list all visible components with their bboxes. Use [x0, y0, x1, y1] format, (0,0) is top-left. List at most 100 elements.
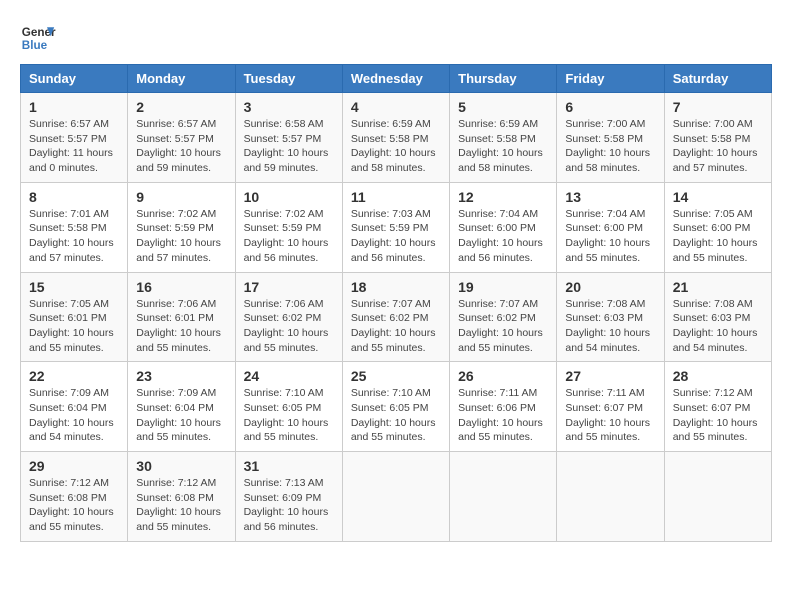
calendar-cell: 29 Sunrise: 7:12 AMSunset: 6:08 PMDayligh… — [21, 452, 128, 542]
day-number: 23 — [136, 368, 226, 384]
day-info: Sunrise: 6:59 AMSunset: 5:58 PMDaylight:… — [458, 117, 548, 176]
day-info: Sunrise: 7:01 AMSunset: 5:58 PMDaylight:… — [29, 207, 119, 266]
day-number: 9 — [136, 189, 226, 205]
day-number: 26 — [458, 368, 548, 384]
day-number: 20 — [565, 279, 655, 295]
day-header-monday: Monday — [128, 65, 235, 93]
calendar-cell: 28 Sunrise: 7:12 AMSunset: 6:07 PMDayligh… — [664, 362, 771, 452]
calendar-cell: 5Sunrise: 6:59 AMSunset: 5:58 PMDaylight… — [450, 93, 557, 183]
day-info: Sunrise: 6:57 AMSunset: 5:57 PMDaylight:… — [136, 117, 226, 176]
calendar-cell: 14 Sunrise: 7:05 AMSunset: 6:00 PMDayligh… — [664, 182, 771, 272]
day-number: 8 — [29, 189, 119, 205]
day-header-tuesday: Tuesday — [235, 65, 342, 93]
day-info: Sunrise: 7:00 AMSunset: 5:58 PMDaylight:… — [673, 117, 763, 176]
calendar-cell: 13 Sunrise: 7:04 AMSunset: 6:00 PMDayligh… — [557, 182, 664, 272]
day-number: 11 — [351, 189, 441, 205]
calendar-cell: 8 Sunrise: 7:01 AMSunset: 5:58 PMDaylight… — [21, 182, 128, 272]
calendar-cell: 9 Sunrise: 7:02 AMSunset: 5:59 PMDaylight… — [128, 182, 235, 272]
day-number: 17 — [244, 279, 334, 295]
day-header-thursday: Thursday — [450, 65, 557, 93]
calendar-cell: 12 Sunrise: 7:04 AMSunset: 6:00 PMDayligh… — [450, 182, 557, 272]
svg-text:Blue: Blue — [22, 39, 48, 52]
day-header-sunday: Sunday — [21, 65, 128, 93]
calendar-cell: 19 Sunrise: 7:07 AMSunset: 6:02 PMDayligh… — [450, 272, 557, 362]
day-info: Sunrise: 7:09 AMSunset: 6:04 PMDaylight:… — [29, 386, 119, 445]
day-info: Sunrise: 7:11 AMSunset: 6:07 PMDaylight:… — [565, 386, 655, 445]
calendar-cell: 24 Sunrise: 7:10 AMSunset: 6:05 PMDayligh… — [235, 362, 342, 452]
day-number: 15 — [29, 279, 119, 295]
calendar-cell: 10 Sunrise: 7:02 AMSunset: 5:59 PMDayligh… — [235, 182, 342, 272]
calendar-cell: 31 Sunrise: 7:13 AMSunset: 6:09 PMDayligh… — [235, 452, 342, 542]
day-info: Sunrise: 7:08 AMSunset: 6:03 PMDaylight:… — [565, 297, 655, 356]
day-number: 6 — [565, 99, 655, 115]
day-number: 10 — [244, 189, 334, 205]
day-info: Sunrise: 7:02 AMSunset: 5:59 PMDaylight:… — [136, 207, 226, 266]
day-number: 2 — [136, 99, 226, 115]
calendar-cell: 2 Sunrise: 6:57 AMSunset: 5:57 PMDaylight… — [128, 93, 235, 183]
day-info: Sunrise: 6:57 AMSunset: 5:57 PMDaylight:… — [29, 117, 119, 176]
calendar-cell: 30Sunrise: 7:12 AMSunset: 6:08 PMDayligh… — [128, 452, 235, 542]
calendar-cell: 16 Sunrise: 7:06 AMSunset: 6:01 PMDayligh… — [128, 272, 235, 362]
day-number: 4 — [351, 99, 441, 115]
week-row-4: 22 Sunrise: 7:09 AMSunset: 6:04 PMDayligh… — [21, 362, 772, 452]
day-number: 21 — [673, 279, 763, 295]
day-info: Sunrise: 7:04 AMSunset: 6:00 PMDaylight:… — [458, 207, 548, 266]
day-number: 27 — [565, 368, 655, 384]
day-number: 14 — [673, 189, 763, 205]
calendar-cell: 21 Sunrise: 7:08 AMSunset: 6:03 PMDayligh… — [664, 272, 771, 362]
calendar-cell — [664, 452, 771, 542]
calendar-cell: 3Sunrise: 6:58 AMSunset: 5:57 PMDaylight… — [235, 93, 342, 183]
week-row-3: 15 Sunrise: 7:05 AMSunset: 6:01 PMDayligh… — [21, 272, 772, 362]
calendar-cell: 15 Sunrise: 7:05 AMSunset: 6:01 PMDayligh… — [21, 272, 128, 362]
day-info: Sunrise: 7:02 AMSunset: 5:59 PMDaylight:… — [244, 207, 334, 266]
day-number: 31 — [244, 458, 334, 474]
day-number: 28 — [673, 368, 763, 384]
calendar-cell: 23Sunrise: 7:09 AMSunset: 6:04 PMDayligh… — [128, 362, 235, 452]
day-info: Sunrise: 7:10 AMSunset: 6:05 PMDaylight:… — [351, 386, 441, 445]
week-row-5: 29 Sunrise: 7:12 AMSunset: 6:08 PMDayligh… — [21, 452, 772, 542]
day-info: Sunrise: 7:12 AMSunset: 6:08 PMDaylight:… — [29, 476, 119, 535]
calendar-cell: 6Sunrise: 7:00 AMSunset: 5:58 PMDaylight… — [557, 93, 664, 183]
day-info: Sunrise: 7:03 AMSunset: 5:59 PMDaylight:… — [351, 207, 441, 266]
day-header-wednesday: Wednesday — [342, 65, 449, 93]
day-info: Sunrise: 7:12 AMSunset: 6:07 PMDaylight:… — [673, 386, 763, 445]
day-info: Sunrise: 7:07 AMSunset: 6:02 PMDaylight:… — [351, 297, 441, 356]
day-info: Sunrise: 7:10 AMSunset: 6:05 PMDaylight:… — [244, 386, 334, 445]
day-number: 7 — [673, 99, 763, 115]
logo-icon: General Blue — [20, 20, 56, 56]
calendar-cell: 17 Sunrise: 7:06 AMSunset: 6:02 PMDayligh… — [235, 272, 342, 362]
day-info: Sunrise: 7:11 AMSunset: 6:06 PMDaylight:… — [458, 386, 548, 445]
calendar-cell — [557, 452, 664, 542]
day-number: 29 — [29, 458, 119, 474]
day-info: Sunrise: 7:04 AMSunset: 6:00 PMDaylight:… — [565, 207, 655, 266]
day-number: 24 — [244, 368, 334, 384]
calendar-cell: 26 Sunrise: 7:11 AMSunset: 6:06 PMDayligh… — [450, 362, 557, 452]
day-info: Sunrise: 7:06 AMSunset: 6:01 PMDaylight:… — [136, 297, 226, 356]
day-number: 22 — [29, 368, 119, 384]
calendar-cell: 22 Sunrise: 7:09 AMSunset: 6:04 PMDayligh… — [21, 362, 128, 452]
day-number: 13 — [565, 189, 655, 205]
day-info: Sunrise: 7:05 AMSunset: 6:00 PMDaylight:… — [673, 207, 763, 266]
calendar-cell: 1 Sunrise: 6:57 AMSunset: 5:57 PMDaylight… — [21, 93, 128, 183]
day-header-friday: Friday — [557, 65, 664, 93]
day-info: Sunrise: 6:58 AMSunset: 5:57 PMDaylight:… — [244, 117, 334, 176]
calendar-cell: 25 Sunrise: 7:10 AMSunset: 6:05 PMDayligh… — [342, 362, 449, 452]
logo: General Blue — [20, 20, 56, 56]
day-info: Sunrise: 7:08 AMSunset: 6:03 PMDaylight:… — [673, 297, 763, 356]
day-number: 25 — [351, 368, 441, 384]
day-number: 12 — [458, 189, 548, 205]
week-row-1: 1 Sunrise: 6:57 AMSunset: 5:57 PMDaylight… — [21, 93, 772, 183]
calendar-cell: 18 Sunrise: 7:07 AMSunset: 6:02 PMDayligh… — [342, 272, 449, 362]
day-number: 16 — [136, 279, 226, 295]
calendar-cell: 27 Sunrise: 7:11 AMSunset: 6:07 PMDayligh… — [557, 362, 664, 452]
day-number: 19 — [458, 279, 548, 295]
day-info: Sunrise: 7:13 AMSunset: 6:09 PMDaylight:… — [244, 476, 334, 535]
calendar-cell: 7 Sunrise: 7:00 AMSunset: 5:58 PMDaylight… — [664, 93, 771, 183]
day-number: 1 — [29, 99, 119, 115]
day-info: Sunrise: 7:07 AMSunset: 6:02 PMDaylight:… — [458, 297, 548, 356]
day-number: 30 — [136, 458, 226, 474]
day-number: 18 — [351, 279, 441, 295]
calendar-cell: 11 Sunrise: 7:03 AMSunset: 5:59 PMDayligh… — [342, 182, 449, 272]
day-info: Sunrise: 7:05 AMSunset: 6:01 PMDaylight:… — [29, 297, 119, 356]
day-info: Sunrise: 7:06 AMSunset: 6:02 PMDaylight:… — [244, 297, 334, 356]
